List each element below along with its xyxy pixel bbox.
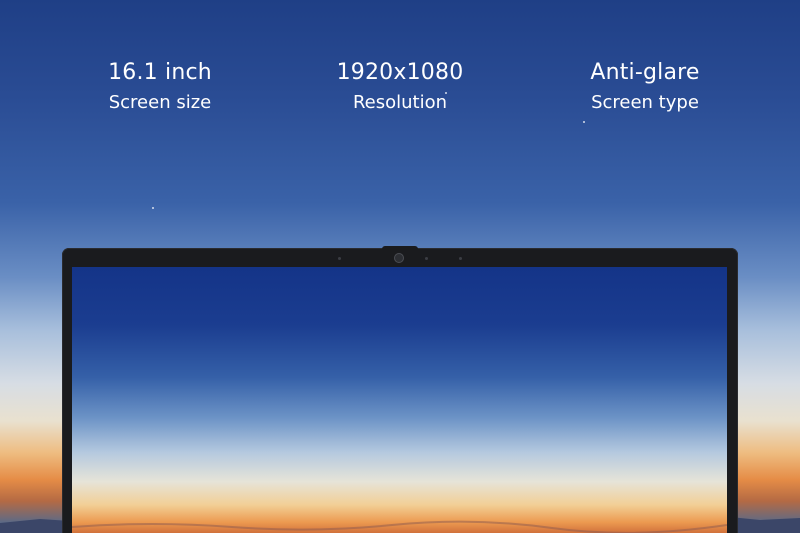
spec-resolution: 1920x1080 Resolution <box>290 58 510 116</box>
spec-label: Resolution <box>352 92 448 113</box>
screen-mountains <box>72 520 727 533</box>
spec-label: Screen size <box>108 92 212 113</box>
sensor-dot <box>425 257 428 260</box>
laptop-display <box>62 246 738 533</box>
laptop-screen <box>72 267 727 533</box>
spec-screen-type: Anti-glare Screen type <box>535 58 755 116</box>
spec-screen-size: 16.1 inch Screen size <box>50 58 270 116</box>
spec-label: Screen type <box>591 92 699 113</box>
spec-value: 1920x1080 <box>336 60 464 85</box>
microphone-icon <box>338 257 341 260</box>
webcam-icon <box>394 253 404 263</box>
spec-value: Anti-glare <box>590 60 700 85</box>
microphone-icon <box>459 257 462 260</box>
spec-value: 16.1 inch <box>108 60 212 85</box>
camera-notch <box>382 246 418 250</box>
